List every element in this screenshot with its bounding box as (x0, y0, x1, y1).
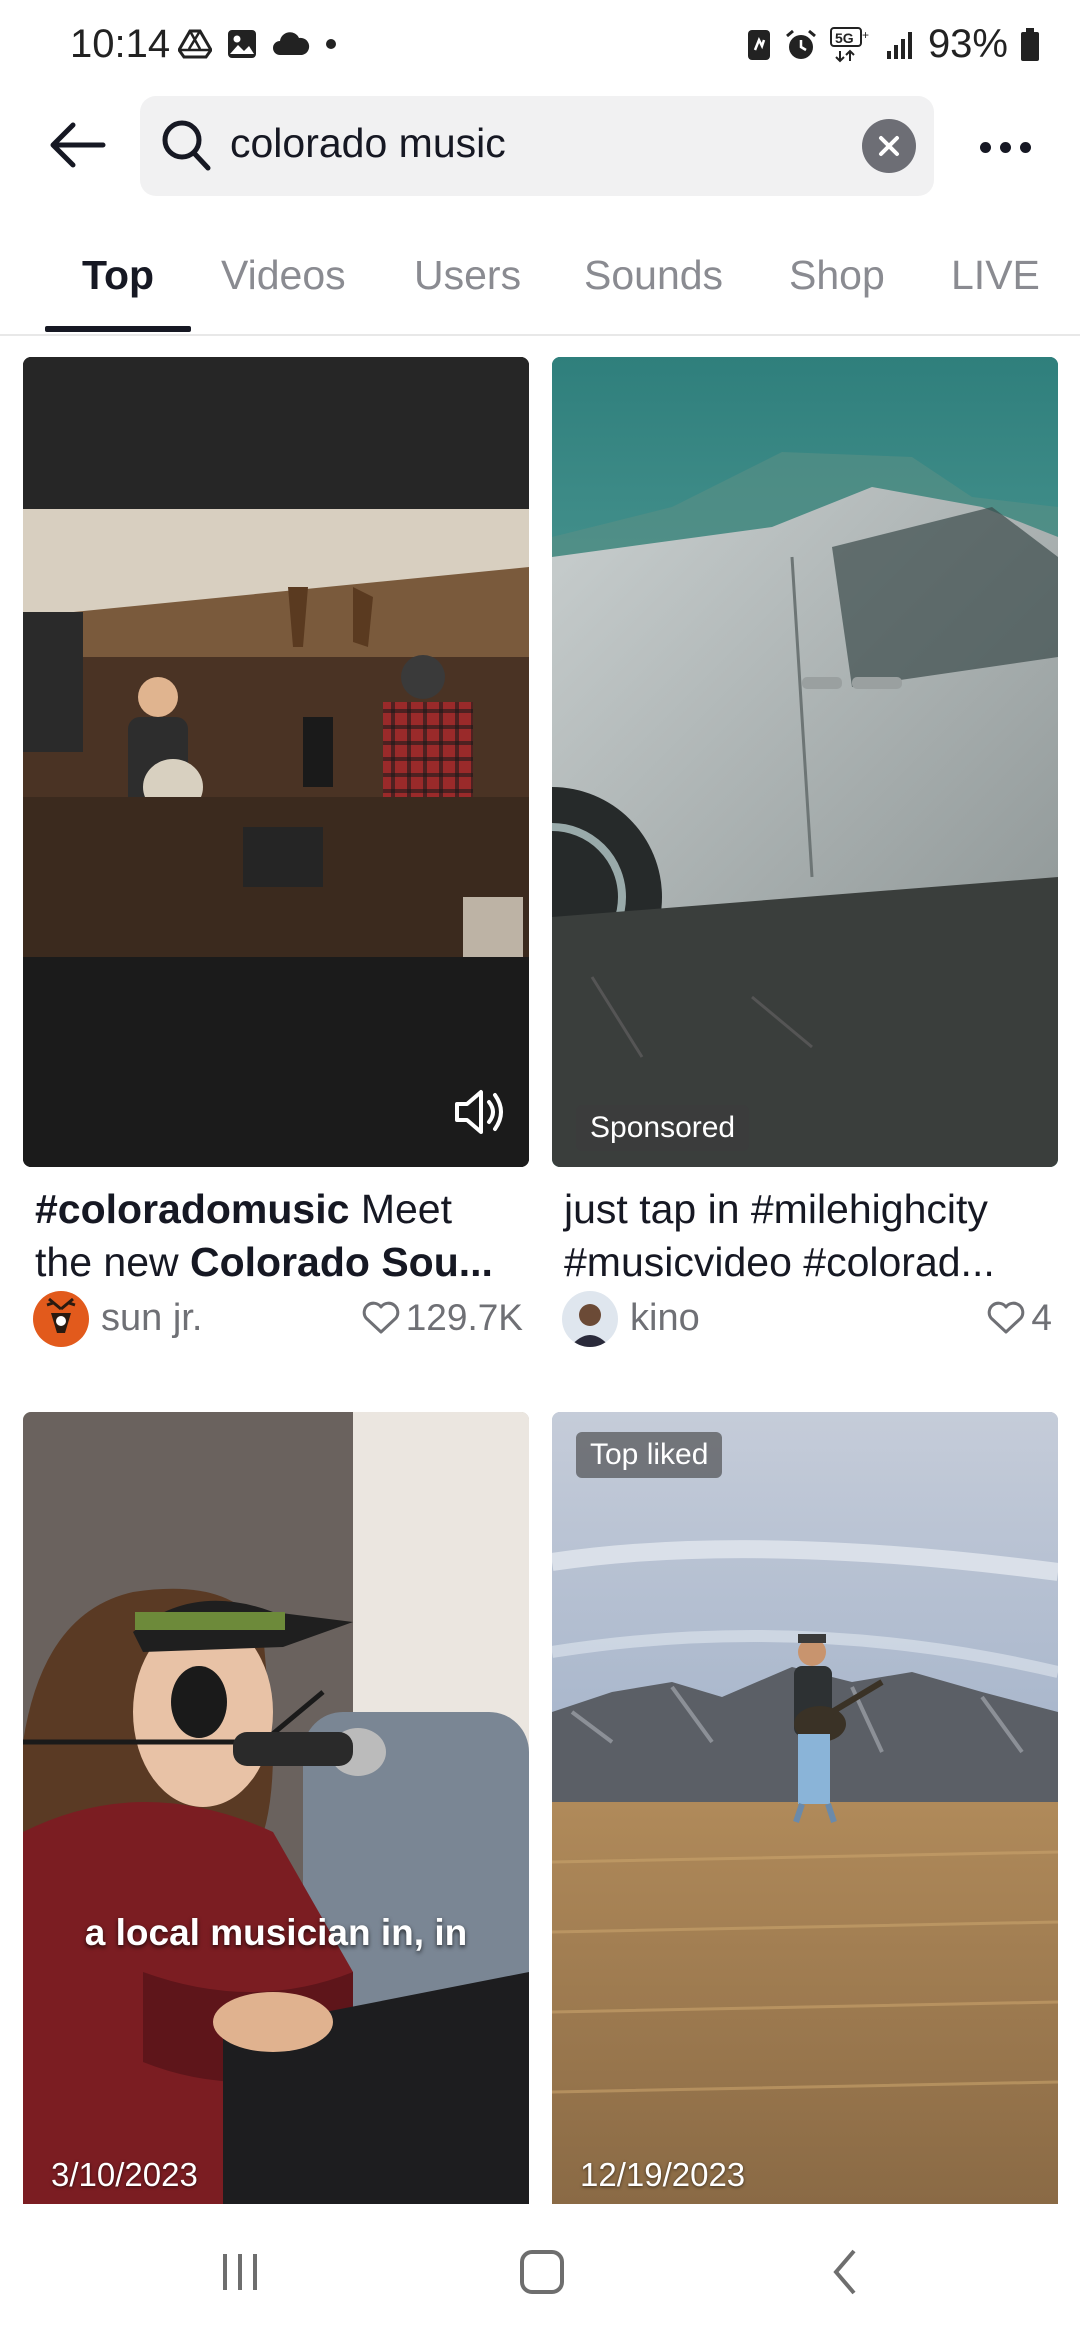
video-card[interactable]: Sponsored just tap in #milehighcity #mus… (552, 357, 1058, 1357)
author-name[interactable]: kino (630, 1297, 700, 1340)
status-right: 5G + 93% (746, 22, 1040, 67)
caption-highlight: Colorado Sou... (190, 1239, 493, 1285)
video-thumbnail[interactable]: a local musician in, in 3/10/2023 (23, 1412, 529, 2204)
alarm-icon (785, 29, 816, 59)
svg-text:5G: 5G (835, 30, 854, 46)
system-back-button[interactable] (806, 2242, 886, 2302)
video-preview-image (23, 1412, 529, 2204)
volume-icon[interactable] (453, 1087, 507, 1137)
recent-apps-icon (223, 2254, 257, 2290)
video-meta: sun jr. 129.7K (33, 1291, 523, 1349)
active-tab-indicator (45, 326, 191, 332)
svg-text:+: + (862, 28, 869, 42)
caption-hashtag[interactable]: #coloradomusic (35, 1186, 349, 1232)
search-header (0, 92, 1080, 202)
video-thumbnail[interactable]: Top liked 12/19/2023 (552, 1412, 1058, 2204)
search-tabs: Top Videos Users Sounds Shop LIVE (0, 238, 1080, 336)
avatar[interactable] (562, 1291, 618, 1347)
avatar[interactable] (33, 1291, 89, 1347)
tab-users[interactable]: Users (414, 252, 521, 299)
video-card[interactable]: a local musician in, in 3/10/2023 (23, 1412, 529, 2204)
cloud-icon (273, 32, 310, 55)
video-preview-image (552, 357, 1058, 1167)
search-bar[interactable] (140, 96, 934, 196)
gallery-icon (228, 30, 256, 58)
signal-icon (886, 31, 912, 59)
battery-percentage: 93% (927, 22, 1008, 66)
video-preview-image (23, 357, 529, 1167)
tab-videos[interactable]: Videos (221, 252, 346, 299)
video-meta: kino 4 (562, 1291, 1052, 1349)
search-input[interactable] (230, 120, 790, 167)
video-thumbnail[interactable]: Sponsored (552, 357, 1058, 1167)
tab-top[interactable]: Top (82, 252, 154, 299)
system-navigation-bar (0, 2204, 1080, 2340)
sponsored-badge: Sponsored (576, 1105, 750, 1151)
video-caption[interactable]: just tap in #milehighcity #musicvideo #c… (564, 1183, 1048, 1289)
video-card[interactable]: #coloradomusic Meet the new Colorado Sou… (23, 357, 529, 1357)
tab-shop[interactable]: Shop (789, 252, 885, 299)
user-photo (570, 1304, 610, 1347)
deer-logo-icon (46, 1297, 76, 1333)
home-icon (520, 2250, 564, 2294)
author-name[interactable]: sun jr. (101, 1297, 202, 1340)
status-time: 10:14 (70, 22, 171, 66)
like-count-value: 129.7K (405, 1297, 523, 1338)
clear-search-button[interactable] (862, 119, 916, 173)
video-card[interactable]: Top liked 12/19/2023 (552, 1412, 1058, 2204)
tab-sounds[interactable]: Sounds (584, 252, 723, 299)
like-count-value: 4 (1031, 1297, 1052, 1338)
tab-live[interactable]: LIVE (951, 252, 1040, 299)
more-dot-icon (979, 141, 991, 153)
like-count: 129.7K (362, 1297, 523, 1339)
drive-icon (178, 29, 212, 59)
video-date: 3/10/2023 (51, 2156, 198, 2193)
video-date: 12/19/2023 (580, 2156, 746, 2193)
more-dot-icon (1019, 141, 1031, 153)
heart-icon (362, 1301, 399, 1334)
more-dot-icon (999, 141, 1011, 153)
like-count: 4 (987, 1297, 1052, 1339)
chevron-left-icon (833, 2249, 856, 2295)
video-preview-image (552, 1412, 1058, 2204)
back-button[interactable] (44, 112, 110, 178)
close-icon (879, 136, 899, 156)
video-thumbnail[interactable] (23, 357, 529, 1167)
top-liked-badge: Top liked (576, 1432, 723, 1478)
recent-apps-button[interactable] (200, 2242, 280, 2302)
arrow-left-icon (50, 122, 106, 168)
heart-icon (988, 1301, 1025, 1334)
video-caption[interactable]: #coloradomusic Meet the new Colorado Sou… (35, 1183, 519, 1289)
5g-icon: 5G + (829, 26, 869, 62)
home-button[interactable] (502, 2242, 582, 2302)
status-bar: 10:14 5G + 93% (0, 0, 1080, 92)
battery-icon (1021, 27, 1039, 61)
video-subtitle: a local musician in, in (84, 1912, 468, 1953)
search-icon (162, 120, 211, 171)
more-options-button[interactable] (970, 122, 1040, 172)
dot-icon (326, 39, 336, 49)
notification-icons (178, 28, 338, 60)
nfc-icon (747, 29, 770, 60)
